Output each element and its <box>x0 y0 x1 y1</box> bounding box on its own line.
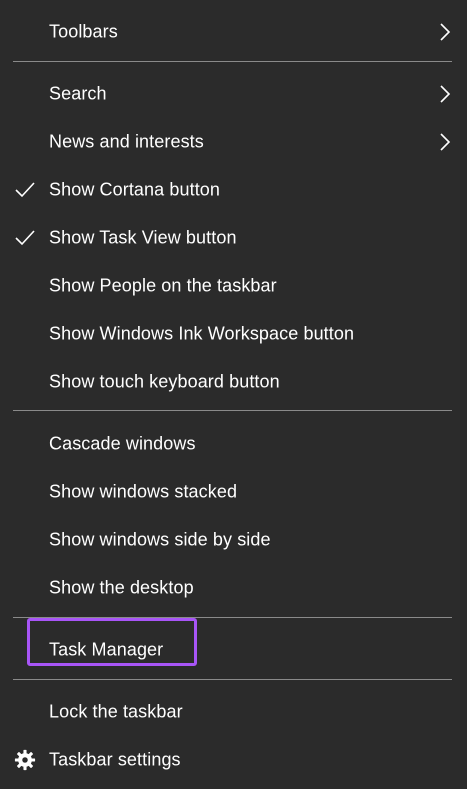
menu-item-label: Taskbar settings <box>49 749 181 770</box>
menu-item-show-cortana-button[interactable]: Show Cortana button <box>0 166 467 214</box>
menu-item-show-touch-keyboard[interactable]: Show touch keyboard button <box>0 358 467 406</box>
menu-item-cascade-windows[interactable]: Cascade windows <box>0 420 467 468</box>
menu-item-label: Show touch keyboard button <box>49 371 280 392</box>
menu-item-label: Lock the taskbar <box>49 701 183 722</box>
menu-item-search[interactable]: Search <box>0 70 467 118</box>
menu-item-label: Cascade windows <box>49 433 196 454</box>
menu-item-label: Show Task View button <box>49 227 237 248</box>
menu-item-show-people[interactable]: Show People on the taskbar <box>0 262 467 310</box>
menu-item-label: Show Windows Ink Workspace button <box>49 323 355 344</box>
menu-item-show-task-view-button[interactable]: Show Task View button <box>0 214 467 262</box>
chevron-right-icon <box>440 85 451 103</box>
chevron-right-icon <box>440 23 451 41</box>
menu-divider <box>13 410 452 411</box>
checkmark-icon <box>15 230 35 246</box>
chevron-right-icon <box>440 133 451 151</box>
menu-item-label: Show windows stacked <box>49 481 238 502</box>
menu-item-label: News and interests <box>49 131 204 152</box>
menu-item-show-windows-side-by-side[interactable]: Show windows side by side <box>0 516 467 564</box>
menu-item-show-windows-ink-workspace[interactable]: Show Windows Ink Workspace button <box>0 310 467 358</box>
menu-item-news-and-interests[interactable]: News and interests <box>0 118 467 166</box>
menu-item-label: Show People on the taskbar <box>49 275 277 296</box>
menu-item-show-windows-stacked[interactable]: Show windows stacked <box>0 468 467 516</box>
menu-item-label: Show the desktop <box>49 577 194 598</box>
menu-item-label: Show Cortana button <box>49 179 221 200</box>
menu-item-taskbar-settings[interactable]: Taskbar settings <box>0 736 467 784</box>
menu-divider <box>13 61 452 62</box>
menu-item-label: Search <box>49 83 107 104</box>
menu-item-show-the-desktop[interactable]: Show the desktop <box>0 564 467 612</box>
task-manager-highlight <box>27 618 197 666</box>
menu-item-label: Toolbars <box>49 21 118 42</box>
menu-item-lock-the-taskbar[interactable]: Lock the taskbar <box>0 688 467 736</box>
menu-item-toolbars[interactable]: Toolbars <box>0 8 467 56</box>
gear-icon <box>14 749 36 771</box>
taskbar-context-menu: Toolbars Search News and interests Show … <box>0 0 467 789</box>
menu-item-label: Show windows side by side <box>49 529 271 550</box>
menu-divider <box>13 679 452 680</box>
checkmark-icon <box>15 182 35 198</box>
